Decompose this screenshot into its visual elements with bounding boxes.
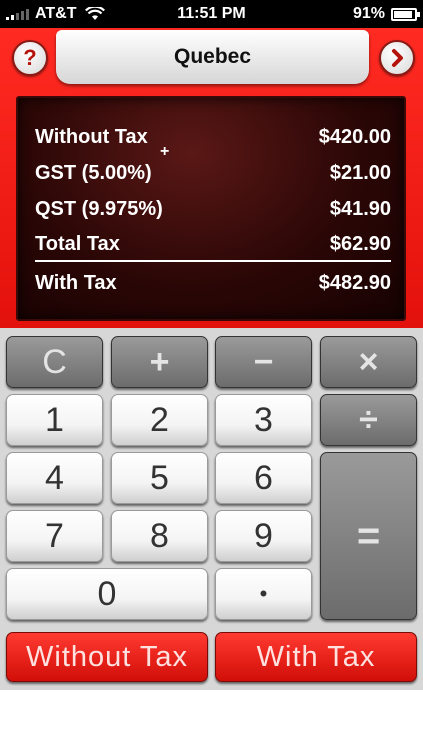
clear-button[interactable]: C bbox=[6, 336, 103, 388]
digit-2-button[interactable]: 2 bbox=[111, 394, 208, 446]
help-icon: ? bbox=[23, 45, 37, 70]
row-label: QST (9.975%) bbox=[35, 197, 163, 220]
row-total-tax: Total Tax $62.90 bbox=[35, 229, 391, 259]
plus-icon: + bbox=[149, 342, 170, 381]
minus-button[interactable]: − bbox=[215, 336, 312, 388]
row-label: GST (5.00%) bbox=[35, 161, 152, 184]
plus-button[interactable]: + bbox=[111, 336, 208, 388]
row-label: Total Tax bbox=[35, 232, 120, 255]
battery-icon bbox=[391, 7, 420, 21]
digit-6-button[interactable]: 6 bbox=[215, 452, 312, 504]
row-value: $21.00 bbox=[329, 161, 391, 184]
digit-0-button[interactable]: 0 bbox=[6, 568, 208, 620]
equals-icon: = bbox=[356, 513, 381, 558]
divide-button[interactable]: ÷ bbox=[320, 394, 417, 446]
row-label: Without Tax bbox=[35, 125, 148, 148]
row-value: $420.00 bbox=[318, 125, 391, 148]
multiply-icon: × bbox=[358, 342, 379, 381]
digit-4-button[interactable]: 4 bbox=[6, 452, 103, 504]
digit-5-button[interactable]: 5 bbox=[111, 452, 208, 504]
digit-9-button[interactable]: 9 bbox=[215, 510, 312, 562]
chevron-right-icon bbox=[392, 49, 403, 67]
equals-button[interactable]: = bbox=[320, 452, 417, 620]
decimal-button[interactable]: • bbox=[215, 568, 312, 620]
row-gst: GST (5.00%) $21.00 bbox=[35, 158, 391, 188]
header-panel: ? Quebec Without Tax $420.00 + GST (5.00… bbox=[0, 28, 423, 328]
next-region-button[interactable] bbox=[379, 40, 415, 76]
digit-1-button[interactable]: 1 bbox=[6, 394, 103, 446]
battery-percent: 91% bbox=[352, 5, 385, 22]
row-value: $62.90 bbox=[329, 232, 391, 255]
divider bbox=[35, 260, 391, 262]
row-with-tax: With Tax $482.90 bbox=[35, 268, 391, 298]
digit-8-button[interactable]: 8 bbox=[111, 510, 208, 562]
help-button[interactable]: ? bbox=[12, 40, 48, 76]
digit-3-button[interactable]: 3 bbox=[215, 394, 312, 446]
row-value: $482.90 bbox=[318, 271, 391, 294]
without-tax-button[interactable]: Without Tax bbox=[6, 632, 208, 682]
bottom-blank-area bbox=[0, 690, 423, 750]
row-qst: QST (9.975%) $41.90 bbox=[35, 194, 391, 224]
region-title: Quebec bbox=[56, 30, 369, 84]
multiply-button[interactable]: × bbox=[320, 336, 417, 388]
row-label: With Tax bbox=[35, 271, 117, 294]
status-bar: AT&T 11:51 PM 91% bbox=[0, 0, 423, 28]
row-value: $41.90 bbox=[329, 197, 391, 220]
status-right: 91% bbox=[352, 5, 420, 23]
tax-display: Without Tax $420.00 + GST (5.00%) $21.00… bbox=[16, 96, 406, 321]
row-without-tax: Without Tax $420.00 bbox=[35, 122, 391, 152]
minus-icon: − bbox=[253, 342, 274, 381]
with-tax-button[interactable]: With Tax bbox=[215, 632, 417, 682]
divide-icon: ÷ bbox=[359, 400, 378, 439]
keypad: C + − × 1 2 3 ÷ 4 5 6 = 7 8 9 0 • Withou… bbox=[0, 328, 423, 690]
digit-7-button[interactable]: 7 bbox=[6, 510, 103, 562]
